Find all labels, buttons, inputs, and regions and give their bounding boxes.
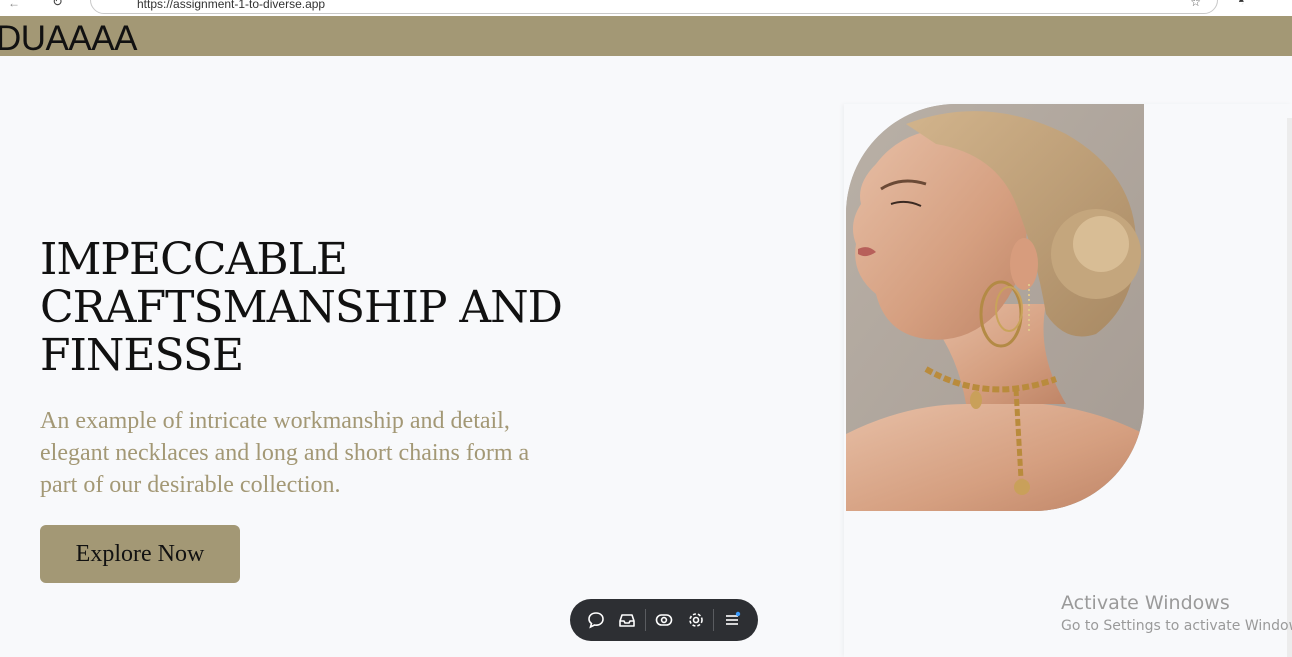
hero-title: IMPECCABLE CRAFTSMANSHIP AND FINESSE (40, 234, 563, 381)
toolbar-separator (713, 609, 715, 631)
comment-icon[interactable] (580, 604, 612, 636)
bookmark-star-icon[interactable]: ☆ (1190, 0, 1201, 9)
toolbar-separator (645, 609, 647, 631)
reload-icon[interactable]: ↻ (52, 0, 63, 10)
hero-image (846, 104, 1144, 511)
activation-watermark-title: Activate Windows (1061, 592, 1230, 614)
inbox-icon[interactable] (612, 604, 644, 636)
hero-description: An example of intricate workmanship and … (40, 408, 530, 498)
panel-edge (1287, 118, 1292, 657)
site-header: DUAAAA (0, 16, 1292, 59)
floating-toolbar (570, 599, 758, 641)
address-bar[interactable]: https://assignment-1-to-diverse.app ☆ (90, 0, 1218, 14)
eye-icon[interactable] (648, 604, 680, 636)
extension-icon[interactable]: ◓ (1238, 0, 1245, 8)
model-photo-illustration (846, 104, 1144, 511)
url-text: https://assignment-1-to-diverse.app (137, 0, 326, 11)
menu-icon[interactable] (716, 604, 748, 636)
settings-gear-icon[interactable] (680, 604, 712, 636)
back-icon[interactable]: ← (8, 0, 20, 10)
browser-toolbar: ← ↻ https://assignment-1-to-diverse.app … (0, 0, 1292, 17)
activation-watermark-subtitle: Go to Settings to activate Windows. (1061, 618, 1292, 634)
site-logo[interactable]: DUAAAA (0, 19, 137, 59)
explore-now-button[interactable]: Explore Now (40, 525, 240, 583)
